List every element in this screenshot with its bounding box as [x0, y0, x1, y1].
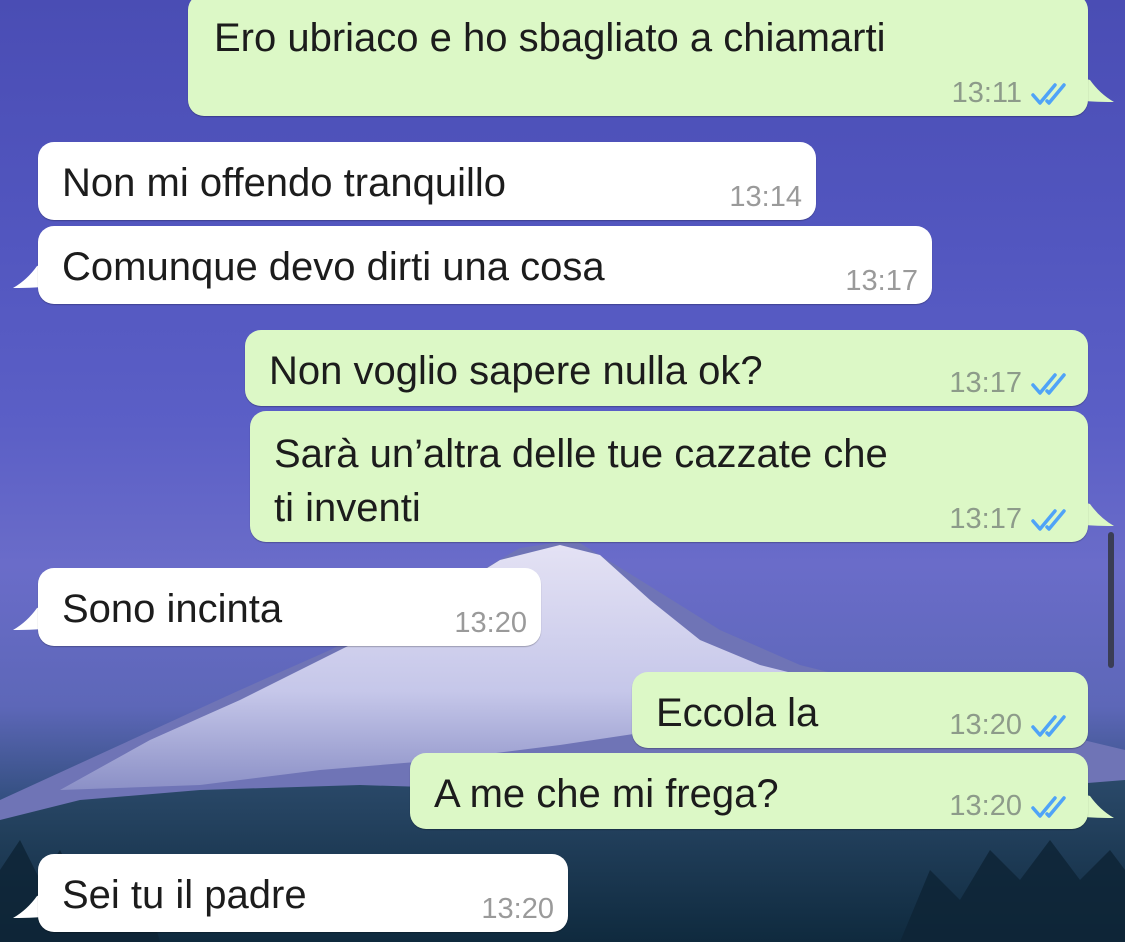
message-text: Sei tu il padre [62, 873, 307, 917]
message-bubble-sent[interactable]: Sarà un’altra delle tue cazzate che ti i… [250, 411, 1088, 542]
message-timestamp: 13:11 [951, 77, 1022, 109]
double-check-icon [1031, 82, 1066, 105]
message-bubble-received[interactable]: Sono incinta 13:20 [38, 568, 541, 646]
message-bubble-sent[interactable]: Non voglio sapere nulla ok? 13:17 [245, 330, 1088, 406]
message-bubble-received[interactable]: Comunque devo dirti una cosa 13:17 [38, 226, 932, 304]
message-timestamp: 13:17 [949, 503, 1022, 535]
message-text: Ero ubriaco e ho sbagliato a chiamarti [214, 16, 886, 60]
message-text: A me che mi frega? [434, 772, 779, 816]
message-text: Sono incinta [62, 587, 283, 631]
message-bubble-received[interactable]: Sei tu il padre 13:20 [38, 854, 568, 932]
message-timestamp: 13:14 [729, 181, 802, 213]
message-timestamp: 13:20 [454, 607, 527, 639]
message-timestamp: 13:20 [949, 709, 1022, 741]
message-timestamp: 13:17 [845, 265, 918, 297]
message-text: Comunque devo dirti una cosa [62, 245, 605, 289]
message-bubble-sent[interactable]: Eccola la 13:20 [632, 672, 1088, 748]
message-timestamp: 13:20 [949, 790, 1022, 822]
message-bubble-sent[interactable]: A me che mi frega? 13:20 [410, 753, 1088, 829]
message-bubble-received[interactable]: Non mi offendo tranquillo 13:14 [38, 142, 816, 220]
message-text-line: ti inventi [274, 486, 421, 530]
message-text: Non voglio sapere nulla ok? [269, 349, 763, 393]
scrollbar[interactable] [1108, 532, 1114, 668]
double-check-icon [1031, 372, 1066, 395]
message-timestamp: 13:20 [481, 893, 554, 925]
message-text-line: Sarà un’altra delle tue cazzate che [274, 432, 888, 476]
message-text: Eccola la [656, 691, 819, 735]
message-bubble-sent[interactable]: Ero ubriaco e ho sbagliato a chiamarti 1… [188, 0, 1088, 116]
message-text: Non mi offendo tranquillo [62, 161, 506, 205]
double-check-icon [1031, 508, 1066, 531]
double-check-icon [1031, 795, 1066, 818]
message-timestamp: 13:17 [949, 367, 1022, 399]
double-check-icon [1031, 714, 1066, 737]
